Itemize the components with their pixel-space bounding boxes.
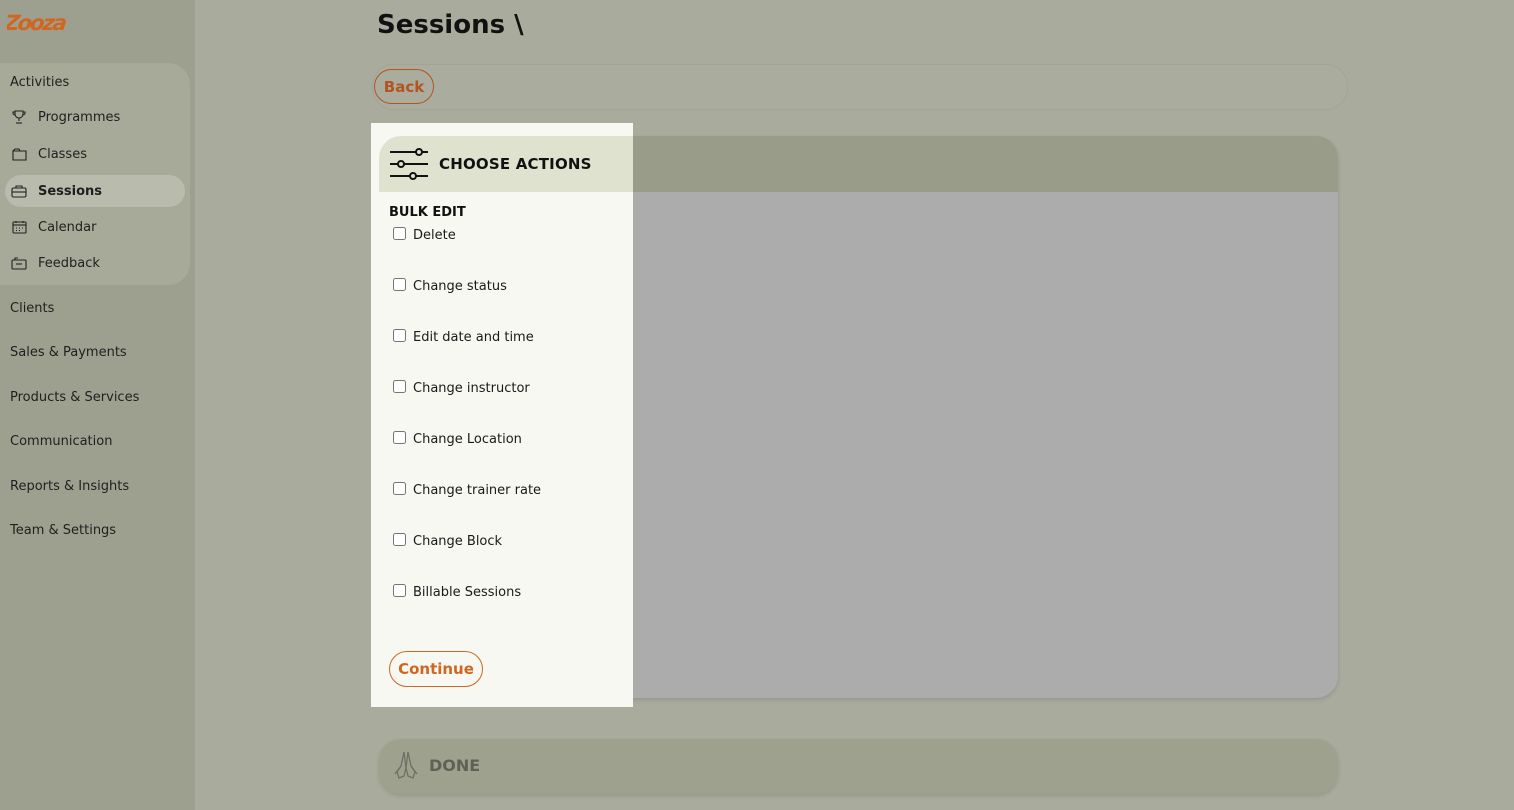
action-label: Delete xyxy=(413,227,456,243)
action-change-location[interactable]: Change Location xyxy=(393,429,522,449)
sidebar-item-reports-insights[interactable]: Reports & Insights xyxy=(10,479,129,494)
zooza-logo[interactable]: Zooza xyxy=(2,6,68,38)
done-step-label: DONE xyxy=(429,756,481,775)
trophy-icon xyxy=(10,108,28,126)
action-change-instructor[interactable]: Change instructor xyxy=(393,378,530,398)
activities-group: Activities Programmes Classes Sessions C… xyxy=(0,63,190,285)
feedback-icon xyxy=(10,254,28,272)
page-title: Sessions \ xyxy=(377,10,524,40)
sidebar-item-classes[interactable]: Classes xyxy=(5,138,185,170)
action-label: Change Location xyxy=(413,431,522,447)
action-label: Change Block xyxy=(413,533,503,549)
action-delete-checkbox[interactable] xyxy=(393,227,406,240)
action-billable-sessions-checkbox[interactable] xyxy=(393,584,406,597)
sidebar-item-sessions[interactable]: Sessions xyxy=(5,175,185,207)
action-label: Change status xyxy=(413,278,507,294)
praying-hands-icon xyxy=(389,749,423,783)
continue-button[interactable]: Continue xyxy=(389,651,483,687)
activities-heading[interactable]: Activities xyxy=(10,75,69,90)
sidebar-item-products-services[interactable]: Products & Services xyxy=(10,390,139,405)
svg-text:Zooza: Zooza xyxy=(7,10,67,35)
action-change-status-checkbox[interactable] xyxy=(393,278,406,291)
action-edit-date-time[interactable]: Edit date and time xyxy=(393,327,534,347)
action-change-block-checkbox[interactable] xyxy=(393,533,406,546)
action-change-block[interactable]: Change Block xyxy=(393,531,502,551)
action-delete[interactable]: Delete xyxy=(393,225,456,245)
sidebar-item-team-settings[interactable]: Team & Settings xyxy=(10,523,116,538)
briefcase-icon xyxy=(10,182,28,200)
action-label: Change trainer rate xyxy=(413,482,542,498)
action-change-trainer-rate-checkbox[interactable] xyxy=(393,482,406,495)
choose-actions-header: CHOOSE ACTIONS xyxy=(379,136,633,192)
done-step-card: DONE xyxy=(379,739,1338,794)
sliders-icon xyxy=(389,146,429,182)
calendar-icon xyxy=(10,218,28,236)
sidebar-item-calendar[interactable]: Calendar xyxy=(5,211,185,243)
sidebar-item-communication[interactable]: Communication xyxy=(10,434,112,449)
choose-actions-panel: CHOOSE ACTIONS BULK EDIT Delete Change s… xyxy=(371,123,633,707)
bulk-edit-label: BULK EDIT xyxy=(389,205,466,220)
choose-actions-title: CHOOSE ACTIONS xyxy=(439,155,592,173)
sidebar-item-feedback[interactable]: Feedback xyxy=(5,247,185,279)
action-label: Billable Sessions xyxy=(413,584,522,600)
sidebar-item-label: Classes xyxy=(38,146,87,162)
sidebar-item-label: Feedback xyxy=(38,255,100,271)
sidebar: Zooza Activities Programmes Classes Sess… xyxy=(0,0,195,810)
action-change-trainer-rate[interactable]: Change trainer rate xyxy=(393,480,541,500)
action-label: Change instructor xyxy=(413,380,530,396)
action-edit-date-time-checkbox[interactable] xyxy=(393,329,406,342)
sidebar-item-label: Calendar xyxy=(38,219,97,235)
sidebar-item-label: Programmes xyxy=(38,109,121,125)
folder-icon xyxy=(10,145,28,163)
sidebar-item-label: Sessions xyxy=(38,183,103,199)
sidebar-item-programmes[interactable]: Programmes xyxy=(5,101,185,133)
action-change-instructor-checkbox[interactable] xyxy=(393,380,406,393)
action-change-status[interactable]: Change status xyxy=(393,276,507,296)
action-label: Edit date and time xyxy=(413,329,534,345)
action-billable-sessions[interactable]: Billable Sessions xyxy=(393,582,521,602)
back-toolbar xyxy=(372,64,1348,110)
back-button[interactable]: Back xyxy=(374,69,434,104)
sidebar-item-sales-payments[interactable]: Sales & Payments xyxy=(10,345,127,360)
sidebar-item-clients[interactable]: Clients xyxy=(10,301,54,316)
action-change-location-checkbox[interactable] xyxy=(393,431,406,444)
